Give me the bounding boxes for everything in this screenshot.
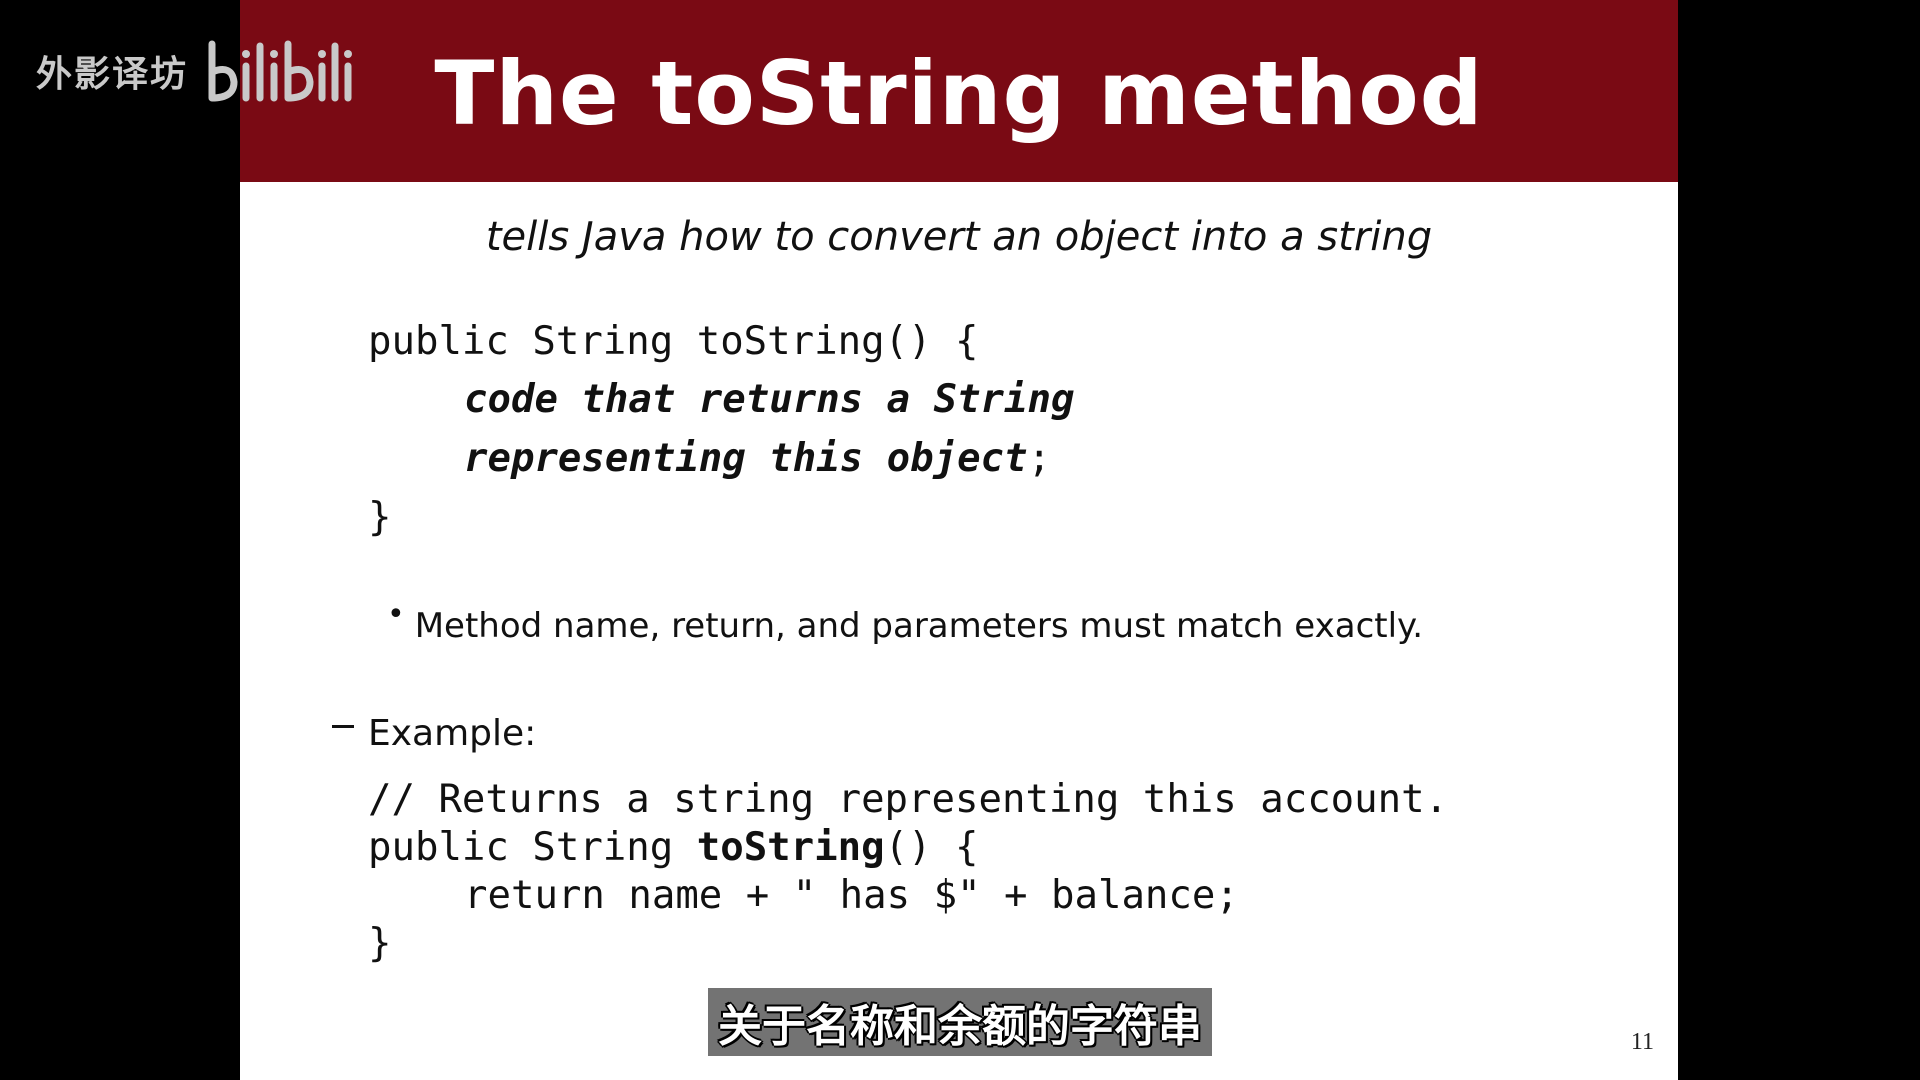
syntax-placeholder-1: code that returns a String xyxy=(464,377,1075,422)
example-sig-suffix: () { xyxy=(884,825,979,870)
bullet-item: • Method name, return, and parameters mu… xyxy=(387,600,1424,647)
channel-watermark: 外影译坊 xyxy=(36,36,353,106)
syntax-line-3: representing this object; xyxy=(464,439,1051,478)
example-label: Example: xyxy=(368,713,537,754)
syntax-semicolon: ; xyxy=(1027,436,1052,481)
syntax-line-4: } xyxy=(368,495,392,540)
slide: The toString method tells Java how to co… xyxy=(240,0,1678,1080)
syntax-line-1: public String toString() { xyxy=(368,319,979,364)
example-signature: public String toString() { xyxy=(368,828,979,867)
example-close: } xyxy=(368,921,392,966)
bullet-text: Method name, return, and parameters must… xyxy=(414,606,1424,646)
example-sig-method: toString xyxy=(696,825,885,870)
slide-subtitle: tells Java how to convert an object into… xyxy=(485,214,1433,260)
video-frame: 外影译坊 The toString method tells Java how … xyxy=(0,0,1920,1080)
syntax-line-2: code that returns a String xyxy=(464,380,1074,419)
example-heading: Example: xyxy=(332,713,536,754)
dash-icon xyxy=(332,725,354,728)
example-body: return name + " has $" + balance; xyxy=(464,873,1239,918)
bilibili-logo-icon xyxy=(208,40,353,102)
syntax-placeholder-2: representing this object xyxy=(464,436,1028,481)
slide-title: The toString method xyxy=(434,41,1484,145)
example-comment: // Returns a string representing this ac… xyxy=(368,777,1449,822)
video-subtitle: 关于名称和余额的字符串 xyxy=(0,988,1920,1056)
example-sig-prefix: public String xyxy=(368,825,697,870)
bullet-dot-icon: • xyxy=(387,597,405,632)
channel-name: 外影译坊 xyxy=(36,54,189,95)
video-subtitle-text: 关于名称和余额的字符串 xyxy=(708,988,1212,1056)
title-bar: The toString method xyxy=(240,0,1678,182)
